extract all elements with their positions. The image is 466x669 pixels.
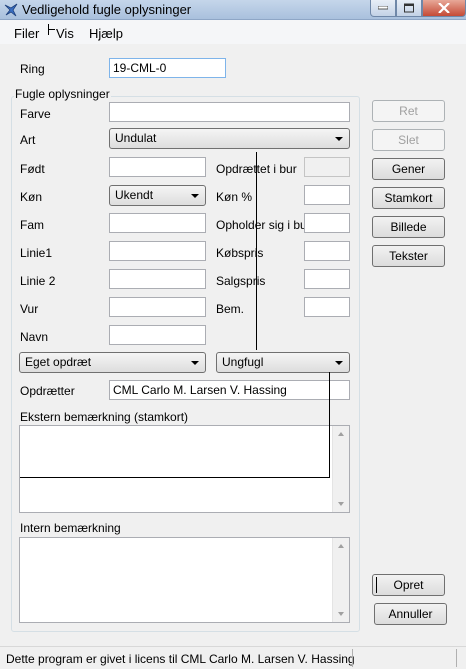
intern-scrollbar[interactable] <box>332 538 349 622</box>
main-window: Vedligehold fugle oplysninger Filer Vis … <box>0 0 466 669</box>
menu-bar: Filer Vis Hjælp <box>0 20 466 44</box>
kon-label: Køn <box>20 190 43 204</box>
minimize-icon <box>378 6 388 10</box>
billede-button[interactable]: Billede <box>372 216 445 238</box>
status-bar: Dette program er givet i licens til CML … <box>0 646 466 669</box>
opdraettet-i-bur-field[interactable] <box>304 157 350 177</box>
fam-label: Fam <box>20 218 44 232</box>
scroll-down-icon[interactable] <box>338 612 344 616</box>
art-value: Undulat <box>115 131 157 145</box>
close-icon <box>438 3 450 13</box>
farve-field[interactable] <box>109 102 350 122</box>
origin-select[interactable]: Eget opdræt <box>19 352 206 373</box>
kon-value: Ukendt <box>115 188 154 202</box>
stray-line <box>20 477 330 478</box>
intern-label: Intern bemærkning <box>20 521 121 535</box>
art-label: Art <box>20 133 36 147</box>
close-button[interactable] <box>422 0 466 17</box>
bird-icon <box>3 2 19 18</box>
opdraetter-label: Opdrætter <box>20 384 75 398</box>
ekstern-label: Ekstern bemærkning (stamkort) <box>20 410 189 424</box>
window-title: Vedligehold fugle oplysninger <box>22 2 192 17</box>
opdraetter-field[interactable]: CML Carlo M. Larsen V. Hassing <box>109 380 350 400</box>
chevron-down-icon <box>335 137 343 141</box>
menu-filer[interactable]: Filer <box>14 26 39 41</box>
navn-label: Navn <box>20 330 49 344</box>
kobspris-field[interactable] <box>304 241 350 261</box>
chevron-down-icon <box>335 361 343 365</box>
kon-pct-label: Køn % <box>216 190 253 204</box>
status-separator <box>352 649 353 667</box>
kon-select[interactable]: Ukendt <box>109 185 206 206</box>
origin-value: Eget opdræt <box>25 355 92 369</box>
bem-field[interactable] <box>304 297 350 317</box>
status-separator <box>456 649 457 667</box>
ring-field[interactable]: 19-CML-0 <box>109 58 226 78</box>
chevron-down-icon <box>191 194 199 198</box>
slet-button[interactable]: Slet <box>372 129 445 151</box>
linie2-field[interactable] <box>109 269 206 289</box>
cursor-mark <box>376 577 377 593</box>
ekstern-scrollbar[interactable] <box>332 426 349 512</box>
scroll-down-icon[interactable] <box>338 502 344 506</box>
group-title: Fugle oplysninger <box>14 87 111 101</box>
scroll-up-icon[interactable] <box>338 432 344 436</box>
annuller-button[interactable]: Annuller <box>374 603 447 625</box>
maximize-button[interactable] <box>396 0 422 17</box>
maximize-icon <box>404 3 414 13</box>
title-bar: Vedligehold fugle oplysninger <box>0 0 466 20</box>
fodt-label: Født <box>20 162 45 176</box>
menu-vis[interactable]: Vis <box>56 26 74 41</box>
fam-field[interactable] <box>109 213 206 233</box>
scroll-up-icon[interactable] <box>338 544 344 548</box>
ret-button[interactable]: Ret <box>372 100 445 122</box>
farve-label: Farve <box>20 107 51 121</box>
menu-hjaelp[interactable]: Hjælp <box>89 26 123 41</box>
age-select[interactable]: Ungfugl <box>216 352 350 373</box>
ekstern-memo[interactable] <box>19 425 350 513</box>
fodt-field[interactable] <box>109 157 206 177</box>
gener-button[interactable]: Gener <box>372 158 445 180</box>
opholder-sig-i-bur-field[interactable] <box>304 213 350 233</box>
stamkort-button[interactable]: Stamkort <box>372 187 445 209</box>
opret-button[interactable]: Opret <box>372 574 445 596</box>
salgspris-field[interactable] <box>304 269 350 289</box>
linie1-label: Linie1 <box>20 246 53 260</box>
tekster-button[interactable]: Tekster <box>372 245 445 267</box>
vur-field[interactable] <box>109 297 206 317</box>
ring-label: Ring <box>20 62 45 76</box>
art-select[interactable]: Undulat <box>109 128 350 149</box>
age-value: Ungfugl <box>222 355 264 369</box>
opholder-sig-i-bur-label: Opholder sig i bur <box>216 218 311 232</box>
linie2-label: Linie 2 <box>20 274 56 288</box>
stray-line <box>329 372 330 478</box>
cursor-mark <box>48 29 55 30</box>
minimize-button[interactable] <box>370 0 396 17</box>
status-text: Dette program er givet i licens til CML … <box>6 652 355 666</box>
vur-label: Vur <box>20 302 39 316</box>
stray-line <box>256 152 257 350</box>
kon-pct-field[interactable] <box>304 185 350 205</box>
salgspris-label: Salgspris <box>216 274 266 288</box>
navn-field[interactable] <box>109 325 206 345</box>
linie1-field[interactable] <box>109 241 206 261</box>
intern-memo[interactable] <box>19 537 350 623</box>
bem-label: Bem. <box>216 302 245 316</box>
chevron-down-icon <box>191 361 199 365</box>
